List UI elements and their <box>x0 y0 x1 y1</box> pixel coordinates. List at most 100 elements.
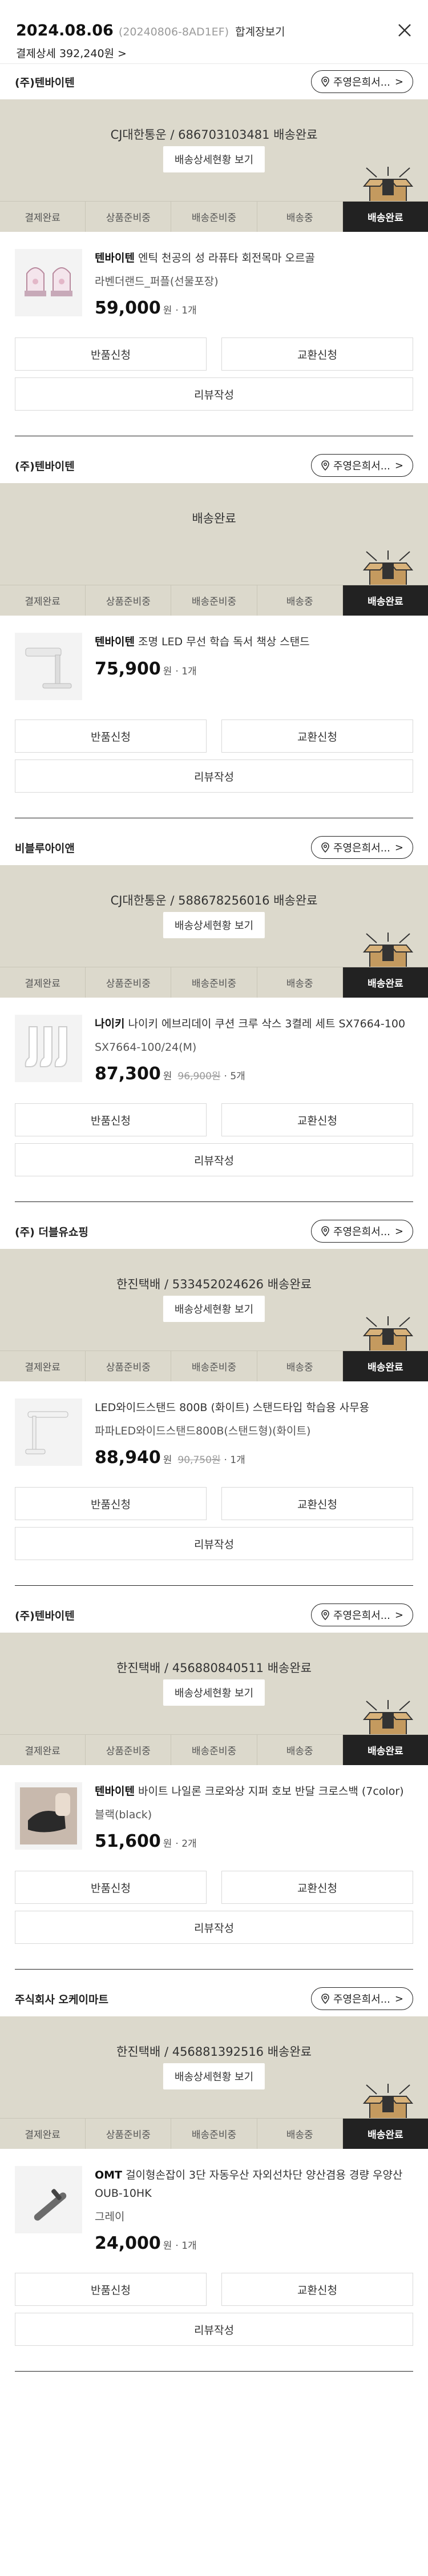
write-review-button[interactable]: 리뷰작성 <box>15 1911 413 1944</box>
step-2: 상품준비중 <box>86 585 172 616</box>
product-option: SX7664-100/24(M) <box>95 1041 197 1054</box>
exchange-request-button[interactable]: 교환신청 <box>221 1871 413 1904</box>
shop-header: (주) 더블유쇼핑 주영은희서... > <box>0 1213 428 1249</box>
exchange-request-button[interactable]: 교환신청 <box>221 1487 413 1520</box>
tracking-detail-button[interactable]: 배송상세현황 보기 <box>163 2063 265 2089</box>
product-thumbnail[interactable] <box>15 2166 82 2233</box>
step-3: 배송준비중 <box>171 1351 257 1381</box>
exchange-request-button[interactable]: 교환신청 <box>221 337 413 371</box>
step-5: 배송완료 <box>342 1351 428 1381</box>
currency-label: 원 <box>163 1454 172 1466</box>
step-4: 배송중 <box>257 202 343 232</box>
step-1: 결제완료 <box>0 585 86 616</box>
order-actions: 반품신청 교환신청 리뷰작성 <box>0 1851 428 1944</box>
currency-label: 원 <box>163 666 172 677</box>
write-review-button[interactable]: 리뷰작성 <box>15 377 413 411</box>
shop-header: (주)텐바이텐 주영은희서... > <box>0 64 428 99</box>
shop-name: 비블루아이앤 <box>15 842 75 855</box>
product-item[interactable]: 텐바이텐 바이트 나일론 크로와상 지퍼 호보 반달 크로스백 (7color)… <box>0 1765 428 1851</box>
product-info: OMT 걸이형손잡이 3단 자동우산 자외선차단 양산겸용 경량 우양산 OUB… <box>95 2166 413 2253</box>
product-option: 그레이 <box>95 2211 125 2223</box>
product-brand: 텐바이텐 <box>95 252 135 264</box>
return-request-button[interactable]: 반품신청 <box>15 720 207 753</box>
product-item[interactable]: 텐바이텐 조명 LED 무선 학습 독서 책상 스탠드 75,900 원 · 1… <box>0 616 428 700</box>
chevron-right-icon: > <box>394 1992 403 2005</box>
payment-detail-link[interactable]: 결제상세 392,240원 > <box>16 45 412 61</box>
carrier-tracking-text: CJ대한통운 / 686703103481 배송완료 <box>110 128 318 142</box>
product-name: 텐바이텐 조명 LED 무선 학습 독서 책상 스탠드 <box>95 633 413 651</box>
step-3: 배송준비중 <box>171 202 257 232</box>
delivery-status-banner: CJ대한통운 / 686703103481 배송완료 배송상세현황 보기 결제완… <box>0 99 428 232</box>
shop-info-button[interactable]: 주영은희서... > <box>310 836 413 859</box>
carrier-tracking-text: 한진택배 / 456880840511 배송완료 <box>116 1661 312 1675</box>
product-quantity: · 1개 <box>175 2240 197 2252</box>
product-thumbnail[interactable] <box>15 249 82 316</box>
product-info: 나이키 나이키 에브리데이 쿠션 크루 삭스 3켤레 세트 SX7664-100… <box>95 1015 413 1084</box>
product-price: 51,600 <box>95 1831 161 1851</box>
chevron-right-icon: > <box>394 841 403 854</box>
price-row: 87,300 원 96,900원 · 5개 <box>95 1064 413 1084</box>
write-review-button[interactable]: 리뷰작성 <box>15 2313 413 2346</box>
shop-order-card: 주식회사 오케이마트 주영은희서... > 한진택배 / 45688139251… <box>0 1981 428 2372</box>
return-request-button[interactable]: 반품신청 <box>15 1871 207 1904</box>
desk-lamp-image <box>25 1411 68 1454</box>
tracking-detail-button[interactable]: 배송상세현황 보기 <box>163 146 265 172</box>
product-item[interactable]: LED와이드스탠드 800B (화이트) 스탠드타입 학습용 사무용 파파LED… <box>0 1381 428 1468</box>
order-number: (20240806-8AD1EF) <box>118 26 229 38</box>
carrier-tracking-text: CJ대한통운 / 588678256016 배송완료 <box>110 894 318 907</box>
product-option: 파파LED와이드스탠드800B(스탠드형)(화이트) <box>95 1425 311 1437</box>
exchange-request-button[interactable]: 교환신청 <box>221 2273 413 2306</box>
shop-info-button[interactable]: 주영은희서... > <box>310 70 413 93</box>
product-option: 라벤더랜드_퍼플(선물포장) <box>95 275 219 288</box>
socks-image <box>25 1026 67 1067</box>
product-info: 텐바이텐 엔틱 천공의 성 라퓨타 회전목마 오르골 라벤더랜드_퍼플(선물포장… <box>95 249 413 318</box>
product-name: LED와이드스탠드 800B (화이트) 스탠드타입 학습용 사무용 <box>95 1398 413 1417</box>
tracking-detail-button[interactable]: 배송상세현황 보기 <box>163 1679 265 1706</box>
write-review-button[interactable]: 리뷰작성 <box>15 1527 413 1560</box>
tracking-detail-button[interactable]: 배송상세현황 보기 <box>163 1296 265 1322</box>
product-thumbnail[interactable] <box>15 1398 82 1466</box>
close-icon[interactable] <box>397 23 412 38</box>
currency-label: 원 <box>163 2240 172 2252</box>
return-request-button[interactable]: 반품신청 <box>15 1487 207 1520</box>
shop-info-button[interactable]: 주영은희서... > <box>310 454 413 477</box>
product-brand: 텐바이텐 <box>95 1785 135 1798</box>
combine-link[interactable]: 합계장보기 <box>235 26 285 38</box>
product-thumbnail[interactable] <box>15 1782 82 1850</box>
product-thumbnail[interactable] <box>15 633 82 700</box>
price-row: 59,000 원 · 1개 <box>95 298 413 318</box>
product-item[interactable]: OMT 걸이형손잡이 3단 자동우산 자외선차단 양산겸용 경량 우양산 OUB… <box>0 2149 428 2253</box>
exchange-request-button[interactable]: 교환신청 <box>221 1103 413 1136</box>
shop-info-button[interactable]: 주영은희서... > <box>310 1987 413 2010</box>
chevron-right-icon: > <box>118 47 127 60</box>
step-1: 결제완료 <box>0 2119 86 2149</box>
exchange-request-button[interactable]: 교환신청 <box>221 720 413 753</box>
tracking-detail-button[interactable]: 배송상세현황 보기 <box>163 912 265 938</box>
location-pin-icon <box>321 1610 329 1620</box>
return-request-button[interactable]: 반품신청 <box>15 2273 207 2306</box>
product-price: 88,940 <box>95 1448 161 1468</box>
product-brand: OMT <box>95 2169 123 2181</box>
currency-label: 원 <box>163 1071 172 1082</box>
write-review-button[interactable]: 리뷰작성 <box>15 759 413 793</box>
product-item[interactable]: 텐바이텐 엔틱 천공의 성 라퓨타 회전목마 오르골 라벤더랜드_퍼플(선물포장… <box>0 232 428 318</box>
delivery-steps: 결제완료 상품준비중 배송준비중 배송중 배송완료 <box>0 201 428 232</box>
step-4: 배송중 <box>257 967 343 998</box>
carrier-tracking-text: 배송완료 <box>192 512 236 525</box>
return-request-button[interactable]: 반품신청 <box>15 337 207 371</box>
location-pin-icon <box>321 1994 329 2004</box>
section-divider <box>15 2371 413 2372</box>
step-5: 배송완료 <box>342 1735 428 1765</box>
write-review-button[interactable]: 리뷰작성 <box>15 1143 413 1176</box>
product-quantity: · 1개 <box>175 305 197 316</box>
shop-info-label: 주영은희서... <box>333 460 390 472</box>
product-item[interactable]: 나이키 나이키 에브리데이 쿠션 크루 삭스 3켤레 세트 SX7664-100… <box>0 998 428 1084</box>
product-thumbnail[interactable] <box>15 1015 82 1082</box>
step-1: 결제완료 <box>0 967 86 998</box>
shop-info-button[interactable]: 주영은희서... > <box>310 1604 413 1626</box>
step-4: 배송중 <box>257 1735 343 1765</box>
return-request-button[interactable]: 반품신청 <box>15 1103 207 1136</box>
step-2: 상품준비중 <box>86 202 172 232</box>
shop-info-button[interactable]: 주영은희서... > <box>310 1220 413 1243</box>
step-5: 배송완료 <box>342 967 428 998</box>
